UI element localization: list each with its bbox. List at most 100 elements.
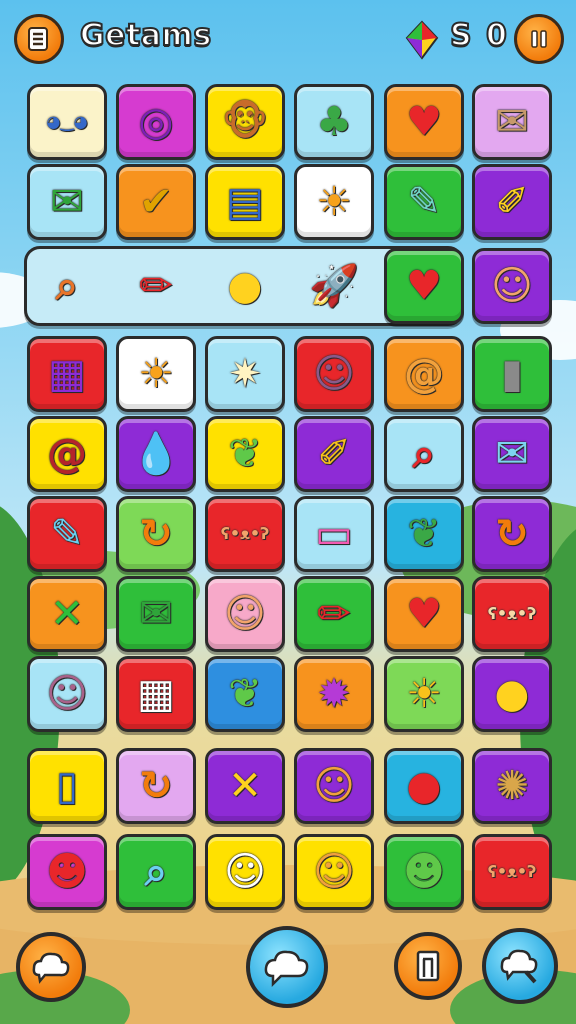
tile-r10-c1[interactable]: ☻	[27, 834, 107, 910]
tile-r10-c5[interactable]: ☻	[384, 834, 464, 910]
tile-r2-c3[interactable]: ▤	[205, 164, 285, 240]
target-icon: ◎	[138, 99, 174, 145]
tile-r9-c3[interactable]: ✕	[205, 748, 285, 824]
tile-r1-c2[interactable]: ◎	[116, 84, 196, 160]
spiral-icon: @	[404, 351, 444, 397]
tile-r4-c6[interactable]: ▮	[472, 336, 552, 412]
tile-r3-c2[interactable]: ✏	[116, 248, 196, 324]
tile-r3-c3[interactable]: ●	[205, 248, 285, 324]
calendar-icon: ▦	[137, 671, 175, 717]
open-envelope-icon: ✉	[495, 431, 529, 477]
tile-r6-c4[interactable]: ▭	[294, 496, 374, 572]
remote-icon: ▮	[500, 351, 523, 397]
blob-monster-icon: ☻	[46, 849, 88, 895]
star-creature-icon: ✹	[317, 671, 351, 717]
tile-r5-c2[interactable]: 💧	[116, 416, 196, 492]
crossed-pencils-icon: ✕	[228, 763, 262, 809]
tile-board: ◕‿◕ ◎ 🐵 ♣ ♥ ✉ ✉ ✔ ▤ ☀ ✎ ✐ ⌕ ✏ ● 🚀 ♥ ☺ ▦ ☀ ✷ ☺ @ ▮ @ 💧 ❦ ✐ ⌕ ✉ ✎ ↻ ʕ•ᴥ•ʔ ▭…	[0, 0, 576, 1024]
tile-r6-c2[interactable]: ↻	[116, 496, 196, 572]
monkey-face-icon: ☺	[313, 351, 355, 397]
tile-r7-c5[interactable]: ♥	[384, 576, 464, 652]
tile-r1-c5[interactable]: ♥	[384, 84, 464, 160]
tile-r9-c1[interactable]: ▯	[27, 748, 107, 824]
sun-face-icon: ☀	[316, 179, 352, 225]
tile-r9-c4[interactable]: ☺	[294, 748, 374, 824]
lion-face-icon: ☺	[491, 263, 533, 309]
tile-r10-c3[interactable]: ☺	[205, 834, 285, 910]
tile-r6-c1[interactable]: ✎	[27, 496, 107, 572]
tile-r3-c4[interactable]: 🚀	[294, 248, 374, 324]
exit-button[interactable]	[394, 932, 462, 1000]
tile-r7-c1[interactable]: ✕	[27, 576, 107, 652]
tile-r2-c2[interactable]: ✔	[116, 164, 196, 240]
tile-r6-c3[interactable]: ʕ•ᴥ•ʔ	[205, 496, 285, 572]
monkey-face-icon: ☺	[313, 849, 355, 895]
tile-r8-c4[interactable]: ✹	[294, 656, 374, 732]
tile-r2-c6[interactable]: ✐	[472, 164, 552, 240]
pencil-paper-icon: ✎	[50, 511, 84, 557]
tile-r4-c4[interactable]: ☺	[294, 336, 374, 412]
tile-r5-c1[interactable]: @	[27, 416, 107, 492]
tile-r9-c6[interactable]: ✺	[472, 748, 552, 824]
tile-r2-c1[interactable]: ✉	[27, 164, 107, 240]
tile-r8-c3[interactable]: ❦	[205, 656, 285, 732]
pencil-note-icon: ✐	[495, 179, 529, 225]
tile-r8-c2[interactable]: ▦	[116, 656, 196, 732]
door-icon	[416, 950, 440, 982]
chat-bubble-icon: ●	[227, 263, 263, 309]
tile-r3-c1[interactable]: ⌕	[27, 248, 107, 324]
tile-r4-c1[interactable]: ▦	[27, 336, 107, 412]
speech-bubble-icon: ✎	[407, 179, 441, 225]
spiral-icon: @	[47, 431, 87, 477]
clipboard-search-icon: ⌕	[55, 263, 79, 309]
tile-r1-c4[interactable]: ♣	[294, 84, 374, 160]
search-chat-button[interactable]	[482, 928, 558, 1004]
speech-button[interactable]	[246, 926, 328, 1008]
tile-r8-c6[interactable]: ●	[472, 656, 552, 732]
tile-r6-c5[interactable]: ❦	[384, 496, 464, 572]
tile-r10-c4[interactable]: ☺	[294, 834, 374, 910]
tile-r4-c3[interactable]: ✷	[205, 336, 285, 412]
cat-face-icon: ☺	[224, 849, 266, 895]
tile-r10-c2[interactable]: ⌕	[116, 834, 196, 910]
balloon-icon: ●	[406, 763, 442, 809]
tile-r3-c5[interactable]: ♥	[384, 248, 464, 324]
tile-r4-c5[interactable]: @	[384, 336, 464, 412]
tile-r2-c5[interactable]: ✎	[384, 164, 464, 240]
tile-r1-c1[interactable]: ◕‿◕	[27, 84, 107, 160]
checklist-icon: ✔	[139, 179, 173, 225]
tile-r9-c2[interactable]: ↻	[116, 748, 196, 824]
tile-r3-c6[interactable]: ☺	[472, 248, 552, 324]
tile-r2-c4[interactable]: ☀	[294, 164, 374, 240]
tile-r5-c6[interactable]: ✉	[472, 416, 552, 492]
leaf-icon: ❦	[228, 671, 262, 717]
tile-r9-c5[interactable]: ●	[384, 748, 464, 824]
chat-button[interactable]	[16, 932, 86, 1002]
sun-icon: ☀	[138, 351, 174, 397]
tile-r8-c1[interactable]: ☺	[27, 656, 107, 732]
tile-r1-c6[interactable]: ✉	[472, 84, 552, 160]
sticky-note-icon: ▭	[315, 511, 353, 557]
chart-board-icon: ▦	[48, 351, 86, 397]
tile-r7-c2[interactable]: ✉	[116, 576, 196, 652]
tile-r7-c3[interactable]: ☺	[205, 576, 285, 652]
tile-r5-c3[interactable]: ❦	[205, 416, 285, 492]
tile-r6-c6[interactable]: ↻	[472, 496, 552, 572]
search-chat-icon	[500, 949, 538, 984]
tile-r7-c6[interactable]: ʕ•ᴥ•ʔ	[472, 576, 552, 652]
robot-face-icon: ☺	[313, 763, 355, 809]
bottle-icon: ▯	[55, 763, 78, 809]
tile-r5-c5[interactable]: ⌕	[384, 416, 464, 492]
rocket-icon: 🚀	[309, 263, 359, 309]
tile-r1-c3[interactable]: 🐵	[205, 84, 285, 160]
tile-r4-c2[interactable]: ☀	[116, 336, 196, 412]
tile-r7-c4[interactable]: ✏	[294, 576, 374, 652]
swirl-icon: ↻	[495, 511, 529, 557]
tile-r5-c4[interactable]: ✐	[294, 416, 374, 492]
tile-r8-c5[interactable]: ☀	[384, 656, 464, 732]
note-pencil-icon: ✐	[317, 431, 351, 477]
bear-face-icon: ʕ•ᴥ•ʔ	[487, 604, 537, 623]
speech-cloud-icon	[264, 950, 309, 988]
turtle-icon: ✺	[495, 763, 529, 809]
tile-r10-c6[interactable]: ʕ•ᴥ•ʔ	[472, 834, 552, 910]
